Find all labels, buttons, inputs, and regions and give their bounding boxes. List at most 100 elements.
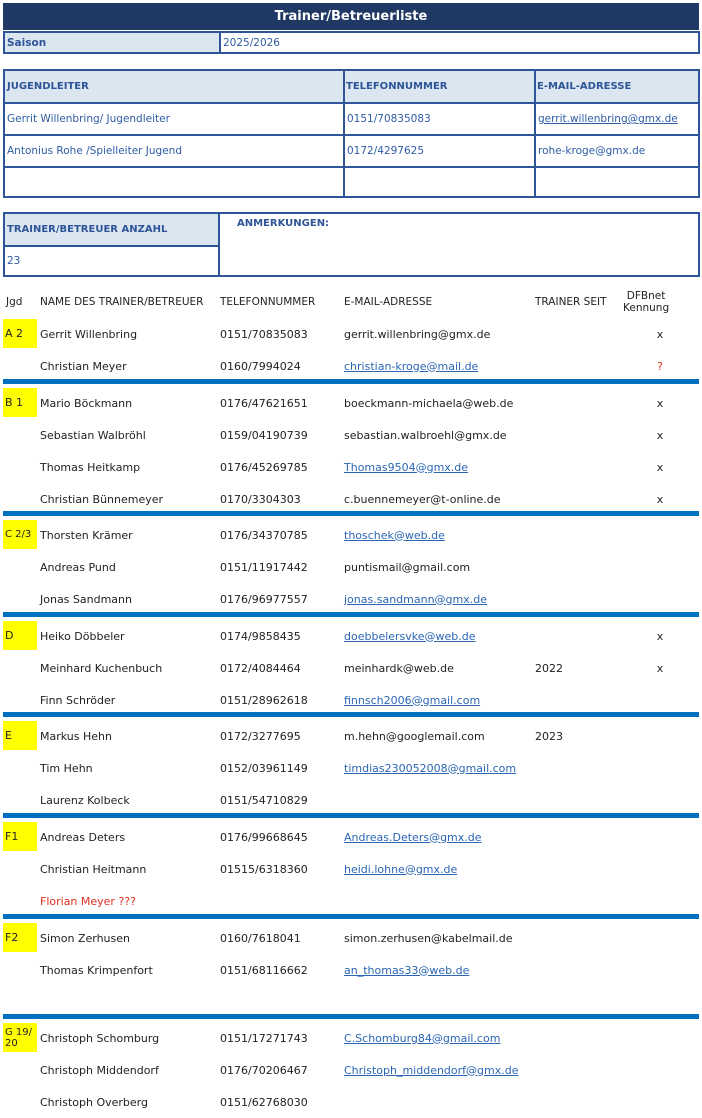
dfb-mark: x <box>656 396 664 410</box>
leader-phone: 0172/4297625 <box>347 145 425 157</box>
dfb-mark <box>650 551 670 583</box>
trainer-phone: 0151/70835083 <box>220 327 308 341</box>
table-row: Andreas Deters 0176/99668645 Andreas.Deter… <box>0 821 702 853</box>
leader-name: Gerrit Willenbring/ Jugendleiter <box>7 113 170 125</box>
trainer-phone: 0176/99668645 <box>220 830 308 844</box>
dfb-mark <box>650 1086 670 1118</box>
trainer-phone: 0176/70206467 <box>220 1063 308 1077</box>
count-label: TRAINER/BETREUER ANZAHL <box>5 214 218 245</box>
trainer-name: Florian Meyer ??? <box>40 894 136 908</box>
leader-email[interactable]: gerrit.willenbring@gmx.de <box>536 104 698 134</box>
table-row: Thomas Krimpenfort 0151/68116662 an_thomas… <box>0 954 702 986</box>
trainer-phone: 0176/45269785 <box>220 460 308 474</box>
leader-email-link[interactable]: gerrit.willenbring@gmx.de <box>538 113 678 125</box>
leader-email: rohe-kroge@gmx.de <box>538 145 646 157</box>
trainer-email[interactable]: jonas.sandmann@gmx.de <box>344 583 487 615</box>
table-row: Christoph Schomburg 0151/17271743 C.Schomb… <box>0 1022 702 1054</box>
trainer-email[interactable]: C.Schomburg84@gmail.com <box>344 1022 500 1054</box>
trainer-name: Andreas Deters <box>40 830 126 844</box>
dfb-mark <box>650 821 670 853</box>
trainer-email[interactable]: an_thomas33@web.de <box>344 954 469 986</box>
trainer-phone: 0159/04190739 <box>220 428 308 442</box>
dfb-mark: ? <box>657 359 663 373</box>
dfb-mark <box>650 885 670 917</box>
trainer-phone: 0174/9858435 <box>220 629 301 643</box>
count-value[interactable]: 23 <box>5 247 217 275</box>
col-header-dfb-line1: DFBnet <box>626 290 666 302</box>
trainer-email: boeckmann-michaela@web.de <box>344 396 514 410</box>
col-header-jgd: Jgd <box>6 296 23 308</box>
trainer-name: Meinhard Kuchenbuch <box>40 661 163 675</box>
trainer-name: Thorsten Krämer <box>40 528 133 542</box>
trainer-email[interactable]: heidi.lohne@gmx.de <box>344 853 457 885</box>
leaders-table: JUGENDLEITER TELEFONNUMMER E-MAIL-ADRESS… <box>3 69 700 198</box>
trainer-phone: 0151/11917442 <box>220 560 308 574</box>
trainer-phone: 0172/3277695 <box>220 729 301 743</box>
trainer-phone: 0151/54710829 <box>220 793 308 807</box>
dfb-mark <box>650 954 670 986</box>
dfb-mark: x <box>656 661 664 675</box>
table-row: Christoph Middendorf 0176/70206467 Christo… <box>0 1054 702 1086</box>
trainer-email: sebastian.walbroehl@gmx.de <box>344 428 507 442</box>
trainer-email: gerrit.willenbring@gmx.de <box>344 327 491 341</box>
trainer-email[interactable]: Christoph_middendorf@gmx.de <box>344 1054 519 1086</box>
dfb-mark <box>650 519 670 551</box>
sheet-title: Trainer/Betreuerliste <box>3 3 699 30</box>
trainer-phone: 0176/47621651 <box>220 396 308 410</box>
table-row: Tim Hehn 0152/03961149 timdias230052008@gm… <box>0 752 702 784</box>
trainer-name: Christian Meyer <box>40 359 127 373</box>
trainer-email[interactable]: thoschek@web.de <box>344 519 445 551</box>
table-row: Simon Zerhusen 0160/7618041 simon.zerhusen… <box>0 922 702 954</box>
trainer-email: meinhardk@web.de <box>344 661 454 675</box>
notes-label: ANMERKUNGEN: <box>237 217 330 229</box>
trainer-email[interactable]: doebbelersvke@web.de <box>344 620 476 652</box>
table-row: Sebastian Walbröhl 0159/04190739 sebastian… <box>0 419 702 451</box>
leaders-header-name: JUGENDLEITER <box>5 71 343 102</box>
table-row: Christian Meyer 0160/7994024 christian-kro… <box>0 350 702 382</box>
count-notes-box: TRAINER/BETREUER ANZAHL 23 ANMERKUNGEN: <box>3 212 700 277</box>
group-separator <box>3 914 699 919</box>
dfb-mark <box>650 853 670 885</box>
trainer-name: Jonas Sandmann <box>40 592 132 606</box>
dfb-mark <box>650 720 670 752</box>
trainer-email[interactable]: christian-kroge@mail.de <box>344 350 478 382</box>
leader-name: Antonius Rohe /Spielleiter Jugend <box>7 145 182 157</box>
trainer-name: Thomas Heitkamp <box>40 460 141 474</box>
table-row: Thorsten Krämer 0176/34370785 thoschek@web… <box>0 519 702 551</box>
col-header-dfb: DFBnet Kennung <box>623 290 669 314</box>
trainer-phone: 0176/96977557 <box>220 592 308 606</box>
trainer-email: m.hehn@googlemail.com <box>344 729 485 743</box>
dfb-mark: x <box>656 629 664 643</box>
dfb-mark <box>650 784 670 816</box>
group-separator <box>3 511 699 516</box>
dfb-mark <box>650 752 670 784</box>
trainer-email[interactable]: Thomas9504@gmx.de <box>344 451 468 483</box>
trainer-phone: 0176/34370785 <box>220 528 308 542</box>
table-row: Thomas Heitkamp 0176/45269785 Thomas9504@g… <box>0 451 702 483</box>
trainer-phone: 0160/7994024 <box>220 359 301 373</box>
table-row: Andreas Pund 0151/11917442 puntismail@gmai… <box>0 551 702 583</box>
dfb-mark <box>650 922 670 954</box>
col-header-dfb-line2: Kennung <box>623 302 670 314</box>
trainer-name: Tim Hehn <box>40 761 93 775</box>
saison-label: Saison <box>5 33 219 52</box>
trainer-phone: 0151/17271743 <box>220 1031 308 1045</box>
trainer-phone: 0152/03961149 <box>220 761 308 775</box>
dfb-mark: x <box>656 327 664 341</box>
table-row: Gerrit Willenbring 0151/70835083 gerrit.wi… <box>0 318 702 350</box>
table-row: Florian Meyer ??? <box>0 885 702 917</box>
trainer-name: Christoph Overberg <box>40 1095 148 1109</box>
saison-value[interactable]: 2025/2026 <box>221 33 691 52</box>
col-header-since: TRAINER SEIT <box>535 296 607 308</box>
table-row: Mario Böckmann 0176/47621651 boeckmann-mic… <box>0 387 702 419</box>
trainer-name: Christoph Middendorf <box>40 1063 159 1077</box>
trainer-phone: 0172/4084464 <box>220 661 301 675</box>
trainer-email[interactable]: timdias230052008@gmail.com <box>344 752 516 784</box>
trainer-email[interactable]: Andreas.Deters@gmx.de <box>344 821 482 853</box>
dfb-mark <box>650 1022 670 1054</box>
table-row: Markus Hehn 0172/3277695 m.hehn@googlemail… <box>0 720 702 752</box>
trainer-phone: 0160/7618041 <box>220 931 301 945</box>
table-row: Christoph Overberg 0151/62768030 <box>0 1086 702 1118</box>
group-separator <box>3 712 699 717</box>
trainer-since: 2023 <box>535 729 563 743</box>
